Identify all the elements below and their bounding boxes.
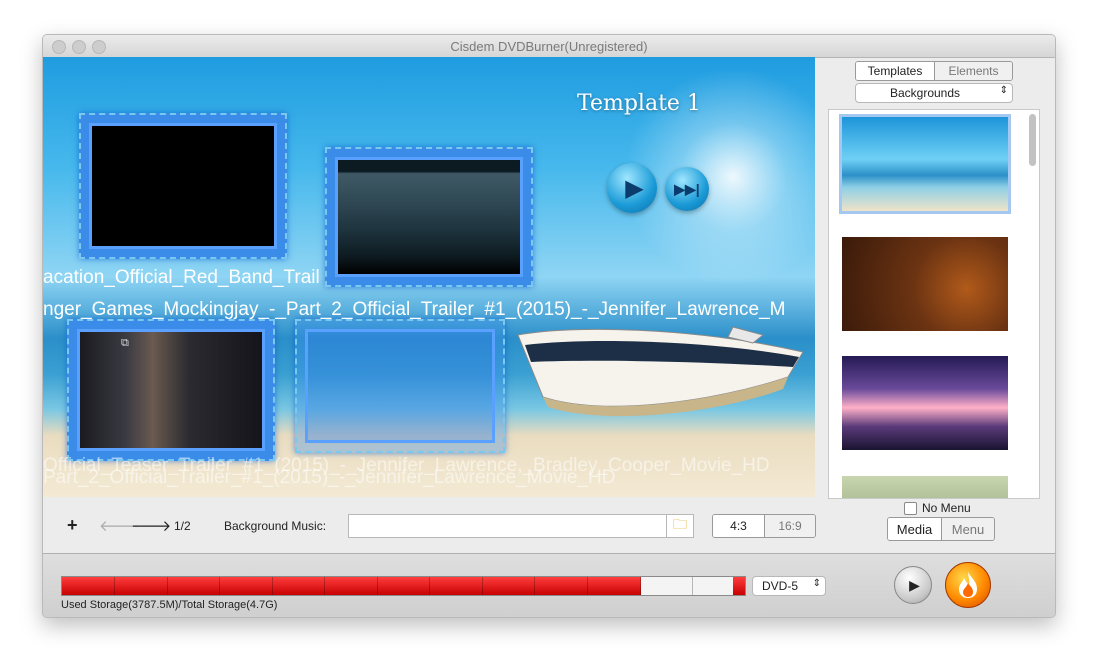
window-title: Cisdem DVDBurner(Unregistered) (450, 39, 648, 54)
menu-next-button[interactable]: ▶▶| (665, 167, 709, 211)
burn-button[interactable] (945, 562, 991, 608)
thumbnail-sunset[interactable] (842, 356, 1008, 450)
skip-forward-icon: ▶▶| (674, 180, 700, 197)
disc-type-value: DVD-5 (762, 579, 799, 593)
page-indicator: 1/2 (174, 519, 191, 533)
chevron-updown-icon: ⇕ (999, 85, 1008, 96)
next-page-arrow-icon[interactable]: 🡒 (131, 516, 171, 535)
tab-templates[interactable]: Templates (856, 62, 934, 80)
aspect-16-9-button[interactable]: 16:9 (764, 515, 815, 537)
thumbnail-nature[interactable] (842, 476, 1008, 498)
menu-mode-button[interactable]: Menu (941, 518, 994, 540)
tab-elements[interactable]: Elements (934, 62, 1012, 80)
browse-music-button[interactable]: 🗀 (666, 514, 694, 538)
media-mode-button[interactable]: Media (888, 518, 941, 540)
storage-label: Used Storage(3787.5M)/Total Storage(4.7G… (61, 599, 278, 611)
disc-type-select[interactable]: DVD-5 ⇕ (752, 576, 826, 596)
add-icon[interactable]: + (67, 515, 78, 536)
panel-tabs: Templates Elements (855, 61, 1013, 81)
thumbnail-beach[interactable] (839, 114, 1011, 214)
storage-usage-bar (61, 576, 746, 596)
templates-panel: Templates Elements Backgrounds ⇕ No Menu… (815, 57, 1055, 553)
media-thumbnail-3 (80, 332, 262, 448)
preview-play-button[interactable]: ▶ (894, 566, 932, 604)
template-title[interactable]: Template 1 (577, 91, 701, 116)
media-frame-1[interactable] (79, 113, 287, 259)
background-music-label: Background Music: (224, 519, 327, 533)
title-bar: Cisdem DVDBurner(Unregistered) (43, 35, 1055, 58)
thumbnail-wood[interactable] (842, 237, 1008, 331)
overlay-title-2[interactable]: nger_Games_Mockingjay_-_Part_2_Official_… (43, 299, 785, 321)
app-window: Cisdem DVDBurner(Unregistered) Template … (42, 34, 1056, 618)
storage-bar-area: Used Storage(3787.5M)/Total Storage(4.7G… (43, 553, 1055, 617)
media-frame-4[interactable] (295, 319, 505, 453)
folder-icon: 🗀 (673, 516, 687, 532)
media-thumbnail-2 (338, 160, 520, 274)
no-menu-label: No Menu (922, 501, 971, 515)
media-thumbnail-1 (92, 126, 274, 246)
media-menu-toggle: Media Menu (887, 517, 995, 541)
aspect-ratio-toggle: 4:3 16:9 (712, 514, 816, 538)
overlay-title-4[interactable]: Part_2_Official_Trailer_#1_(2015)_-_Jenn… (43, 467, 615, 489)
thumbnail-scrollbar[interactable] (1029, 114, 1036, 166)
category-select-value: Backgrounds (889, 86, 961, 100)
menu-preview-canvas[interactable]: Template 1 ▶ ▶▶| ⧉ acation_Official_Red_… (43, 57, 815, 497)
background-thumbnails-list[interactable] (828, 109, 1040, 499)
no-menu-checkbox[interactable] (904, 501, 917, 515)
play-icon: ▶ (625, 174, 644, 202)
aspect-4-3-button[interactable]: 4:3 (713, 515, 764, 537)
media-frame-3[interactable]: ⧉ (67, 319, 275, 461)
media-frame-2[interactable] (325, 147, 533, 287)
preview-toolbar: + 🡐 🡒 1/2 Background Music: 🗀 4:3 16:9 (43, 497, 816, 553)
background-music-field[interactable] (348, 514, 668, 538)
play-icon: ▶ (909, 576, 920, 593)
chevron-updown-icon: ⇕ (812, 578, 821, 589)
category-select[interactable]: Backgrounds ⇕ (855, 83, 1013, 103)
link-icon: ⧉ (121, 337, 129, 349)
no-menu-option[interactable]: No Menu (904, 501, 971, 515)
storage-limit-marker (733, 577, 745, 595)
flame-icon (959, 572, 977, 598)
boat-image (517, 326, 804, 417)
overlay-title-1[interactable]: acation_Official_Red_Band_Trail (43, 267, 320, 289)
menu-play-button[interactable]: ▶ (607, 163, 657, 213)
storage-used-fill (62, 577, 641, 595)
